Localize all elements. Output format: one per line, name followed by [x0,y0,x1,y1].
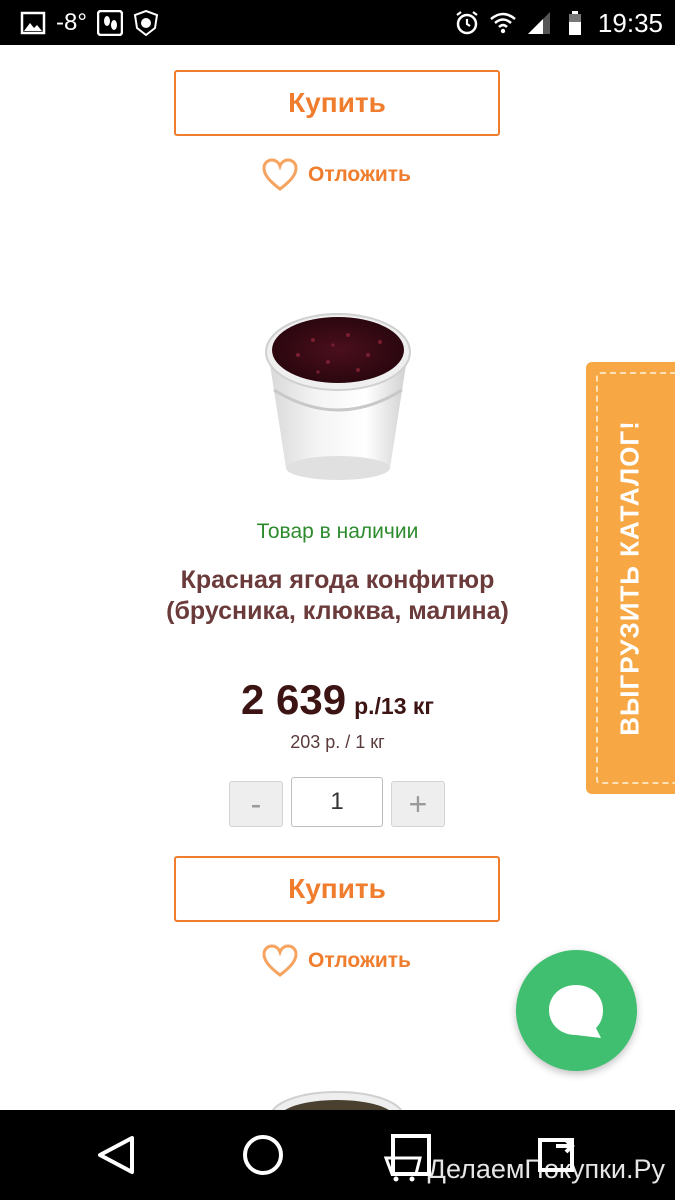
decrease-button[interactable]: - [229,781,283,827]
battery-icon [568,11,581,35]
antivirus-icon [133,10,159,36]
footprints-icon [96,10,123,36]
postpone-button[interactable]: Отложить [262,943,411,979]
heart-icon [262,158,298,191]
cart-icon [384,1156,422,1182]
chat-bubble-icon [549,985,603,1038]
price-per-unit: 203 р. / 1 кг [290,732,385,752]
banner-label: ВЫГРУЗИТЬ КАТАЛОГ! [614,420,645,736]
quantity-input[interactable] [291,777,383,827]
postpone-label: Отложить [308,949,411,972]
heart-icon [262,944,298,977]
home-icon[interactable] [238,1132,288,1178]
status-bar: -8° 19:35 [0,0,675,45]
price-row: 2 639 р./13 кг [0,676,675,724]
alarm-icon [456,11,478,35]
availability-status: Товар в наличии [256,520,419,543]
back-icon[interactable] [92,1132,142,1178]
image-icon [20,11,46,35]
download-catalog-banner[interactable]: ВЫГРУЗИТЬ КАТАЛОГ! [586,362,675,794]
price-unit: р./13 кг [354,693,434,719]
next-product-image[interactable] [262,1088,412,1110]
postpone-label: Отложить [308,163,411,186]
postpone-button-previous[interactable]: Отложить [262,157,411,193]
increase-button[interactable]: + [391,781,445,827]
signal-icon [527,12,550,34]
watermark-text: ДелаемПокупки.Ру [427,1154,665,1184]
buy-button[interactable]: Купить [174,856,500,922]
temperature-text: -8° [56,9,87,36]
wifi-icon [490,12,516,34]
buy-button-previous[interactable]: Купить [174,70,500,136]
product-title[interactable]: Красная ягода конфитюр (брусника, клюква… [140,565,535,627]
clock-text: 19:35 [597,7,663,38]
product-image[interactable] [258,300,418,495]
price-value: 2 639 [240,676,347,723]
navigation-bar: ДелаемПокупки.Ру [0,1110,675,1200]
chat-button[interactable] [516,950,637,1071]
